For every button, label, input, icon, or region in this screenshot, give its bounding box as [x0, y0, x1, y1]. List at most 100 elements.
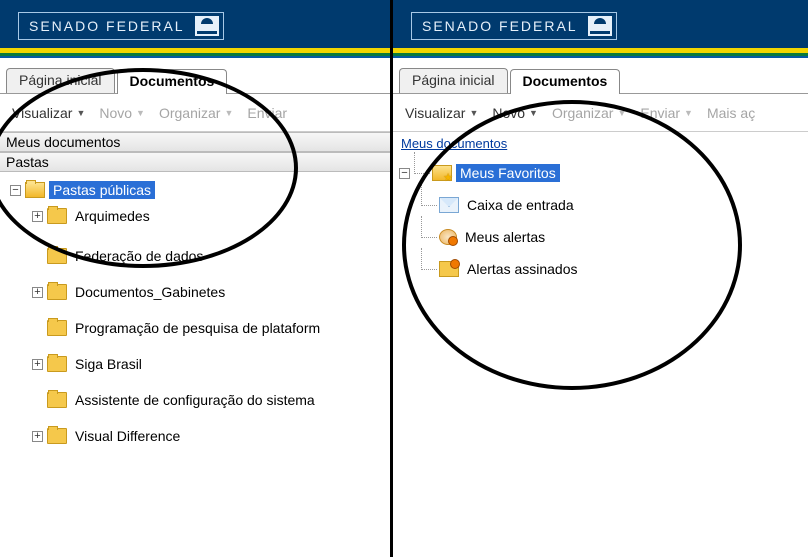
section-my-documents-label: Meus documentos: [6, 134, 120, 150]
folder-icon: [47, 284, 67, 300]
expand-icon[interactable]: +: [32, 287, 43, 298]
folder-open-icon: [25, 182, 45, 198]
folder-icon: [47, 208, 67, 224]
tree-item-alertas[interactable]: Meus alertas: [399, 224, 806, 250]
tree-item-label: Siga Brasil: [71, 355, 146, 373]
tb-visualizar[interactable]: Visualizar▼: [399, 102, 484, 124]
my-documents-tree: − Meus Favoritos Caixa de entrada Meus a…: [393, 155, 808, 287]
tree-item-gabinetes[interactable]: + Documentos_Gabinetes: [10, 279, 388, 305]
folder-icon: [47, 248, 67, 264]
expand-icon[interactable]: +: [32, 359, 43, 370]
brand-stripes: [0, 48, 390, 58]
folder-icon: [47, 356, 67, 372]
tree-line: [421, 184, 437, 206]
folder-tree: − Pastas públicas + Arquimedes Federação…: [0, 172, 390, 454]
chevron-down-icon: ▼: [684, 108, 693, 118]
tb-enviar: Enviar: [241, 102, 293, 124]
tb-visualizar-label: Visualizar: [12, 105, 72, 121]
tree-item-label: Arquimedes: [71, 207, 154, 225]
tree-line: [421, 216, 437, 238]
folder-icon: [47, 428, 67, 444]
mail-icon: [439, 197, 459, 213]
tab-home[interactable]: Página inicial: [399, 68, 508, 93]
chevron-down-icon: ▼: [224, 108, 233, 118]
tab-documentos[interactable]: Documentos: [510, 69, 621, 94]
brand-box: SENADO FEDERAL: [411, 12, 617, 40]
section-folders-label: Pastas: [6, 154, 49, 170]
senado-logo-icon: [195, 16, 219, 36]
tree-item-label: Alertas assinados: [463, 260, 582, 278]
tab-documentos[interactable]: Documentos: [117, 69, 228, 94]
tree-item-label: Caixa de entrada: [463, 196, 578, 214]
tb-mais: Mais aç: [701, 102, 761, 124]
expand-icon[interactable]: +: [32, 431, 43, 442]
tree-item-visual[interactable]: + Visual Difference: [10, 423, 388, 449]
senado-logo-icon: [588, 16, 612, 36]
chevron-down-icon: ▼: [617, 108, 626, 118]
folder-icon: [47, 320, 67, 336]
tree-public-folders[interactable]: − Pastas públicas: [10, 177, 388, 203]
section-my-documents[interactable]: Meus documentos: [0, 132, 390, 152]
tab-home-label: Página inicial: [19, 72, 102, 88]
tree-item-label: Documentos_Gabinetes: [71, 283, 229, 301]
tb-novo[interactable]: Novo ▼: [486, 102, 544, 124]
tree-item-assinados[interactable]: Alertas assinados: [399, 256, 806, 282]
tb-enviar: Enviar ▼: [634, 102, 699, 124]
tb-novo-label: Novo: [99, 105, 132, 121]
tab-home-label: Página inicial: [412, 72, 495, 88]
tree-item-label: Federação de dados: [71, 247, 207, 265]
tree-item-siga[interactable]: + Siga Brasil: [10, 351, 388, 377]
tab-documentos-label: Documentos: [523, 73, 608, 89]
panel-left: SENADO FEDERAL Página inicial Documentos…: [0, 0, 390, 557]
brand-text: SENADO FEDERAL: [29, 18, 185, 34]
tb-enviar-label: Enviar: [247, 105, 287, 121]
tree-item-label: Programação de pesquisa de plataform: [71, 319, 324, 337]
tree-item-programacao[interactable]: Programação de pesquisa de plataform: [10, 315, 388, 341]
tb-enviar-label: Enviar: [640, 105, 680, 121]
tree-item-assistente[interactable]: Assistente de configuração do sistema: [10, 387, 388, 413]
tab-home[interactable]: Página inicial: [6, 68, 115, 93]
panel-divider: [390, 0, 393, 557]
folder-icon: [47, 392, 67, 408]
chevron-down-icon: ▼: [529, 108, 538, 118]
chevron-down-icon: ▼: [136, 108, 145, 118]
tb-organizar: Organizar ▼: [546, 102, 632, 124]
tree-root-expander[interactable]: − Meus Favoritos: [399, 160, 806, 186]
tree-line: [421, 248, 437, 270]
tb-mais-label: Mais aç: [707, 105, 755, 121]
section-folders[interactable]: Pastas: [0, 152, 390, 172]
tree-item-label: Assistente de configuração do sistema: [71, 391, 319, 409]
tree-line: [414, 152, 430, 174]
tab-documentos-label: Documentos: [130, 73, 215, 89]
toolbar: Visualizar ▼ Novo ▼ Organizar▼ Enviar: [0, 94, 390, 132]
collapse-icon[interactable]: −: [10, 185, 21, 196]
tb-organizar-label: Organizar: [552, 105, 613, 121]
tree-item-label: Visual Difference: [71, 427, 184, 445]
tab-bar: Página inicial Documentos: [393, 58, 808, 94]
alert-icon: [439, 229, 457, 245]
panel-right: SENADO FEDERAL Página inicial Documentos…: [393, 0, 808, 557]
tree-item-arquimedes[interactable]: + Arquimedes: [10, 203, 388, 229]
tree-item-federacao[interactable]: Federação de dados: [10, 243, 388, 269]
expand-icon[interactable]: +: [32, 211, 43, 222]
header: SENADO FEDERAL: [0, 0, 390, 48]
tb-novo-label: Novo: [492, 105, 525, 121]
brand-box: SENADO FEDERAL: [18, 12, 224, 40]
brand-text: SENADO FEDERAL: [422, 18, 578, 34]
collapse-icon[interactable]: −: [399, 168, 410, 179]
brand-stripes: [393, 48, 808, 58]
tree-public-folders-label: Pastas públicas: [49, 181, 155, 199]
alert-subscribed-icon: [439, 261, 459, 277]
tree-favoritos-label: Meus Favoritos: [456, 164, 560, 182]
toolbar: Visualizar▼ Novo ▼ Organizar ▼ Enviar ▼ Mai…: [393, 94, 808, 132]
tree-item-label: Meus alertas: [461, 228, 549, 246]
favorites-folder-icon: [432, 165, 452, 181]
header: SENADO FEDERAL: [393, 0, 808, 48]
tree-item-inbox[interactable]: Caixa de entrada: [399, 192, 806, 218]
tb-organizar: Organizar▼: [153, 102, 239, 124]
chevron-down-icon: ▼: [76, 108, 85, 118]
tb-visualizar-label: Visualizar: [405, 105, 465, 121]
link-my-documents[interactable]: Meus documentos: [401, 136, 507, 151]
tb-visualizar[interactable]: Visualizar ▼: [6, 102, 91, 124]
tb-novo: Novo ▼: [93, 102, 151, 124]
